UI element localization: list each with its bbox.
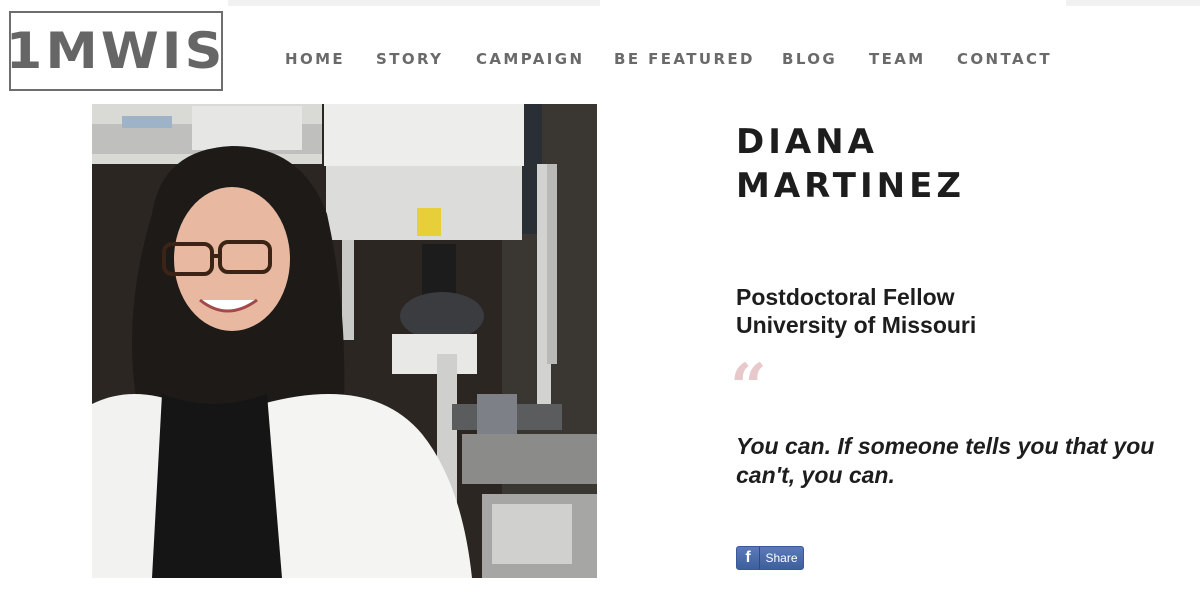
nav-blog[interactable]: BLOG [782,50,837,68]
profile-role: Postdoctoral Fellow University of Missou… [736,283,976,339]
nav-team[interactable]: TEAM [869,50,926,68]
share-label: Share [765,551,798,565]
top-strip [228,0,600,6]
job-title: Postdoctoral Fellow [736,284,955,310]
nav-campaign[interactable]: CAMPAIGN [476,50,584,68]
site-logo[interactable]: 1MWIS [6,11,226,91]
profile-quote: You can. If someone tells you that you c… [736,433,1155,488]
nav-home[interactable]: HOME [285,50,345,68]
top-strip-right [1066,0,1200,6]
nav-be-featured[interactable]: BE FEATURED [614,50,755,68]
institution: University of Missouri [736,312,977,338]
profile-name: DIANA MARTINEZ [736,120,965,208]
last-name: MARTINEZ [736,166,965,206]
first-name: DIANA [736,122,878,162]
nav-story[interactable]: STORY [376,50,443,68]
facebook-icon: f [737,547,760,569]
logo-text: 1MWIS [6,22,226,80]
nav-contact[interactable]: CONTACT [957,50,1052,68]
quote-mark-icon: “ [730,350,767,425]
profile-photo [92,104,597,578]
facebook-share-button[interactable]: f Share [736,546,804,570]
